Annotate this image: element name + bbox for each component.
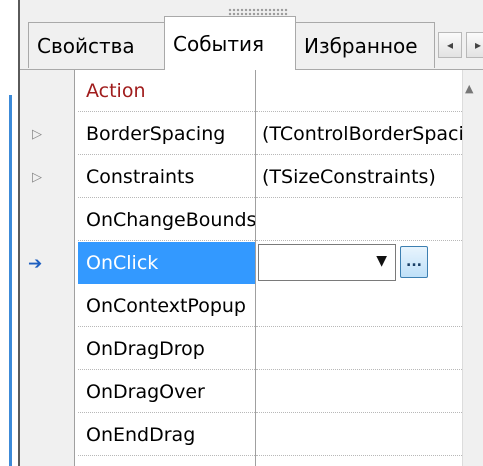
chevron-left-icon: ◂: [446, 38, 454, 52]
grid-row[interactable]: Action: [20, 70, 462, 113]
property-name: OnDragDrop: [78, 328, 255, 370]
dropdown-arrow-icon[interactable]: ▼: [376, 253, 387, 269]
tab-scroll-right-button[interactable]: ▸: [466, 32, 483, 58]
tab-events-label: События: [173, 31, 265, 56]
property-value[interactable]: (TControlBorderSpacing): [256, 113, 462, 155]
event-handler-combobox[interactable]: ▼: [258, 244, 396, 281]
vertical-scrollbar[interactable]: ▲: [462, 70, 483, 466]
grid-row[interactable]: OnDragDrop: [20, 328, 462, 371]
chevron-right-icon: ▸: [474, 38, 482, 52]
tab-properties-label: Свойства: [37, 33, 135, 58]
grid-row[interactable]: OnContextPopup: [20, 285, 462, 328]
grid-row[interactable]: ▷ Constraints (TSizeConstraints): [20, 156, 462, 199]
property-name: OnDragOver: [78, 371, 255, 413]
grid-row[interactable]: OnEndDrag: [20, 414, 462, 457]
property-value[interactable]: [256, 371, 462, 413]
tab-scroll-left-button[interactable]: ◂: [438, 32, 462, 58]
scroll-up-icon[interactable]: ▲: [465, 82, 473, 95]
property-name: OnChangeBounds: [78, 199, 255, 241]
expand-triangle-icon[interactable]: ▷: [32, 156, 52, 199]
property-name: Action: [78, 70, 255, 112]
property-name: Constraints: [78, 156, 255, 198]
grid-row[interactable]: ▷ BorderSpacing (TControlBorderSpacing): [20, 113, 462, 156]
property-name: BorderSpacing: [78, 113, 255, 155]
property-value[interactable]: [256, 414, 462, 456]
grid-row[interactable]: OnChangeBounds: [20, 199, 462, 242]
property-name: OnEndDrag: [78, 414, 255, 456]
property-value[interactable]: [256, 70, 462, 112]
grid-row-selected[interactable]: ➔ OnClick ▼ ...: [20, 242, 462, 285]
expand-triangle-icon[interactable]: ▷: [32, 113, 52, 156]
property-value[interactable]: [256, 199, 462, 241]
property-value[interactable]: [256, 285, 462, 327]
grid-row[interactable]: OnDragOver: [20, 371, 462, 414]
left-panel-accent: [9, 95, 12, 466]
tab-properties[interactable]: Свойства: [28, 22, 165, 68]
tab-favorites[interactable]: Избранное: [295, 22, 435, 68]
ellipsis-icon: ...: [406, 254, 422, 270]
property-value[interactable]: (TSizeConstraints): [256, 156, 462, 198]
property-name: OnClick: [78, 242, 255, 284]
drag-grip[interactable]: [228, 8, 288, 16]
tab-favorites-label: Избранное: [304, 33, 418, 58]
ellipsis-button[interactable]: ...: [400, 246, 428, 278]
current-row-arrow-icon: ➔: [28, 253, 43, 274]
property-grid: Action ▷ BorderSpacing (TControlBorderSp…: [20, 70, 483, 466]
tab-events[interactable]: События: [164, 16, 296, 70]
property-name: OnContextPopup: [78, 285, 255, 327]
property-value[interactable]: [256, 328, 462, 370]
